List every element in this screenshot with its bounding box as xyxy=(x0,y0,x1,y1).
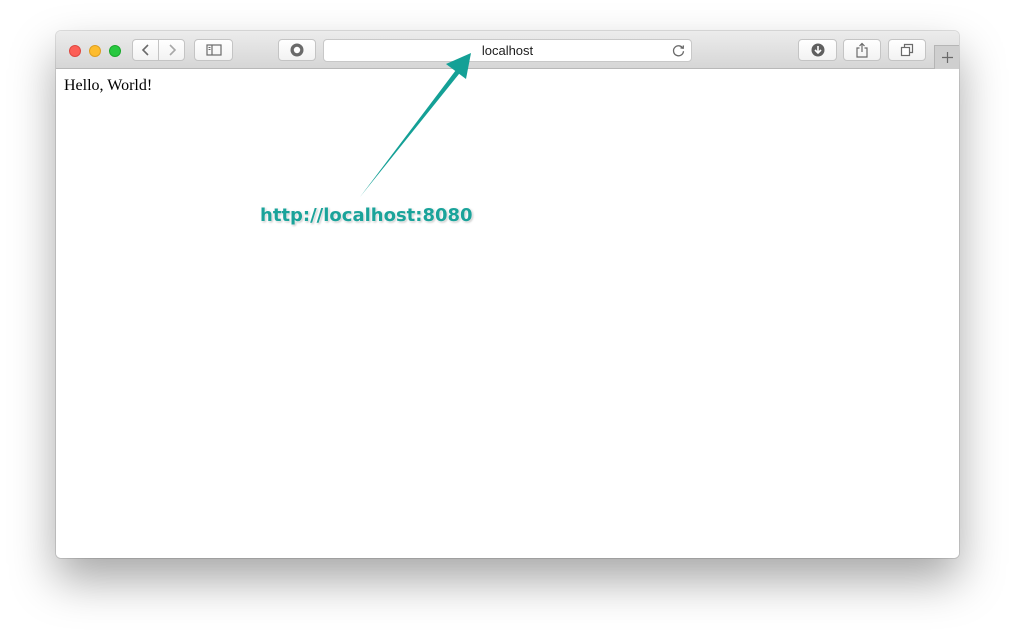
address-text: localhost xyxy=(481,43,534,58)
navigation-buttons xyxy=(132,39,185,61)
sidebar-icon xyxy=(205,44,222,56)
address-bar[interactable]: localhost xyxy=(323,39,692,62)
browser-window: localhost Hello, World! xyxy=(56,31,959,558)
back-button[interactable] xyxy=(133,40,158,60)
web-page-content: Hello, World! xyxy=(56,69,959,558)
new-tab-button[interactable] xyxy=(934,45,959,69)
annotation-label: http://localhost:8080 xyxy=(260,205,473,226)
sidebar-button[interactable] xyxy=(194,39,233,61)
circle-icon xyxy=(290,43,304,57)
downloads-button[interactable] xyxy=(798,39,837,61)
close-window-button[interactable] xyxy=(69,45,81,57)
share-icon xyxy=(856,42,868,58)
chevron-right-icon xyxy=(168,44,176,56)
extension-button[interactable] xyxy=(278,39,316,61)
tabs-overview-icon xyxy=(900,43,914,57)
reload-icon[interactable] xyxy=(671,43,686,58)
download-icon xyxy=(811,43,824,57)
chevron-left-icon xyxy=(141,44,149,56)
browser-toolbar: localhost xyxy=(56,31,959,69)
screenshot-stage: localhost Hello, World! http://localhost… xyxy=(0,0,1015,639)
share-button[interactable] xyxy=(843,39,881,61)
plus-icon xyxy=(941,52,953,63)
maximize-window-button[interactable] xyxy=(109,45,121,57)
minimize-window-button[interactable] xyxy=(89,45,101,57)
forward-button[interactable] xyxy=(158,40,184,60)
tabs-overview-button[interactable] xyxy=(888,39,926,61)
page-body-text: Hello, World! xyxy=(64,77,153,94)
